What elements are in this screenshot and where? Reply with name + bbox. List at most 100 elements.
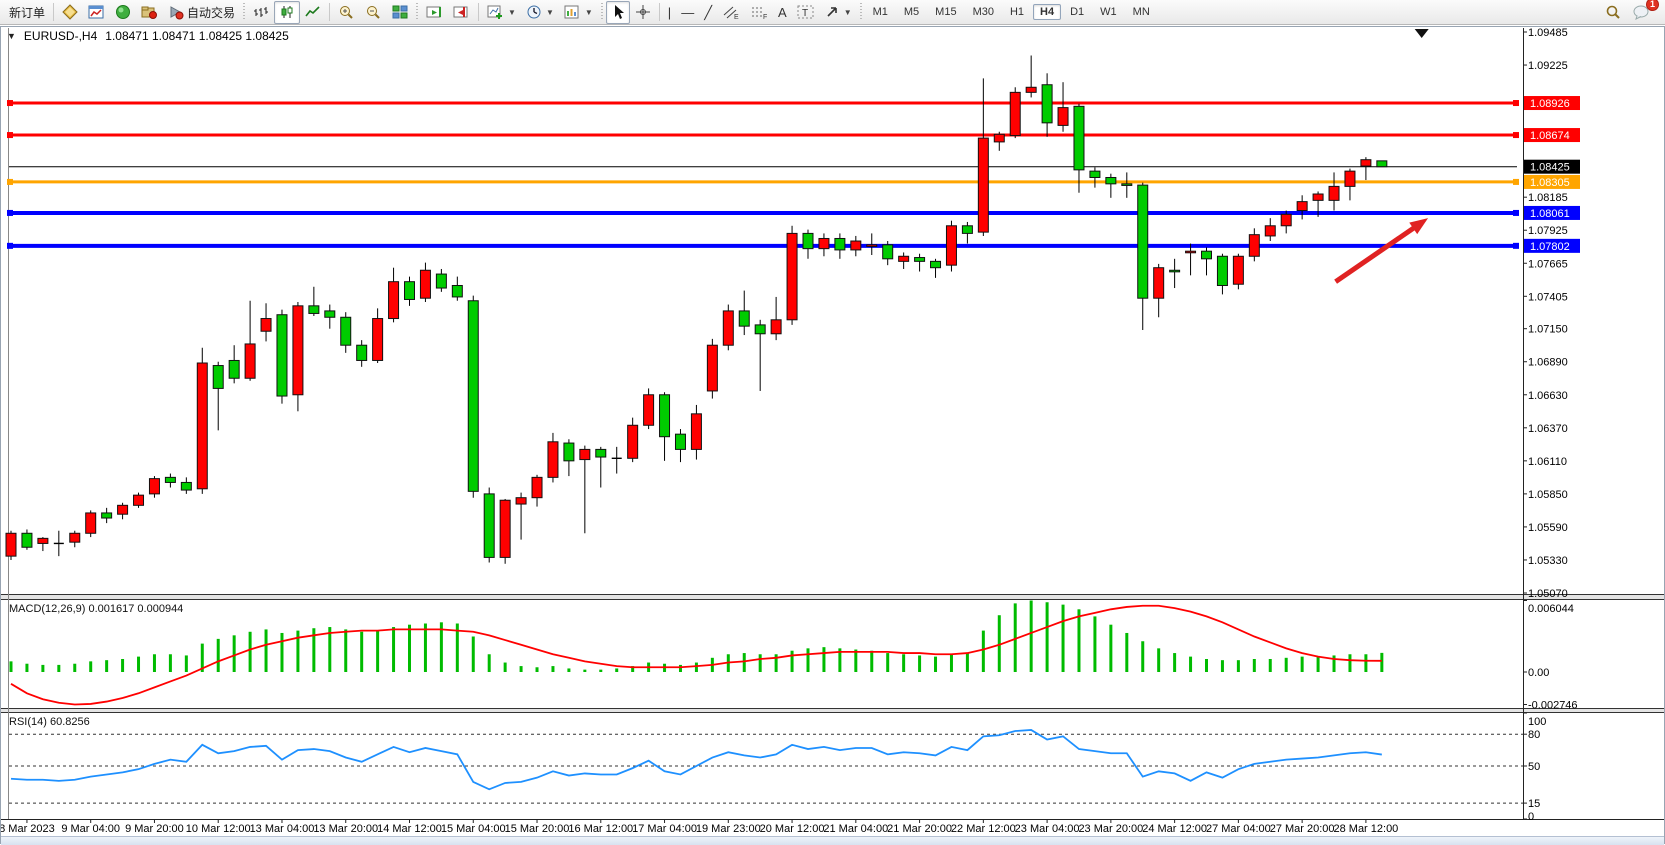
svg-text:1.08926: 1.08926	[1530, 98, 1570, 110]
svg-text:23 Mar 04:00: 23 Mar 04:00	[1015, 823, 1080, 835]
svg-text:1.07925: 1.07925	[1528, 225, 1568, 237]
chart-shift-icon	[453, 4, 470, 20]
toolbar-separator	[478, 3, 479, 21]
timeframe-button-MN[interactable]: MN	[1126, 4, 1157, 20]
svg-text:1.07150: 1.07150	[1528, 324, 1568, 336]
horizontal-level-lines[interactable]: 1.089261.086741.084251.083051.080611.078…	[7, 96, 1580, 253]
cursor-button[interactable]	[606, 1, 630, 24]
candlestick-series	[6, 56, 1387, 564]
auto-scroll-button[interactable]	[421, 1, 448, 24]
gold-diamond-icon	[62, 4, 78, 20]
horizontal-line-icon: —	[681, 6, 694, 19]
arrow-annotation[interactable]	[1336, 218, 1428, 282]
timeframe-button-H1[interactable]: H1	[1003, 4, 1031, 20]
arrows-button[interactable]: ▼	[820, 1, 857, 24]
market-watch-button[interactable]	[110, 1, 136, 24]
metaeditor-button[interactable]	[57, 1, 83, 24]
add-indicator-icon	[487, 4, 504, 20]
auto-trading-label: 自动交易	[187, 4, 235, 21]
macd-name: MACD(12,26,9)	[9, 603, 85, 615]
new-chart-button[interactable]	[83, 1, 110, 24]
toolbar-separator	[659, 3, 660, 21]
arrows-icon	[825, 4, 840, 20]
svg-text:1.06370: 1.06370	[1528, 423, 1568, 435]
auto-trading-button[interactable]: 自动交易	[163, 1, 240, 24]
svg-text:-0.002746: -0.002746	[1528, 699, 1578, 711]
equidistant-channel-button[interactable]: E	[717, 1, 745, 24]
history-center-button[interactable]	[136, 1, 163, 24]
fibonacci-button[interactable]: F	[745, 1, 773, 24]
svg-text:21 Mar 04:00: 21 Mar 04:00	[823, 823, 888, 835]
crosshair-button[interactable]	[630, 1, 656, 24]
zoom-out-button[interactable]	[360, 1, 387, 24]
template-icon	[564, 4, 581, 20]
timeframe-button-W1[interactable]: W1	[1093, 4, 1124, 20]
chart-canvas[interactable]: 1.094851.092251.081851.079251.076651.074…	[1, 27, 1664, 843]
svg-text:24 Mar 12:00: 24 Mar 12:00	[1142, 823, 1207, 835]
rsi-pane: 1008050150	[9, 713, 1546, 823]
search-button[interactable]	[1600, 1, 1627, 24]
svg-text:17 Mar 04:00: 17 Mar 04:00	[632, 823, 697, 835]
periods-button[interactable]: ▼	[521, 1, 559, 24]
chart-shift-marker[interactable]	[1415, 29, 1429, 38]
svg-text:1.09225: 1.09225	[1528, 60, 1568, 72]
trendline-icon: ╱	[704, 6, 712, 19]
timeframe-button-M30[interactable]: M30	[966, 4, 1001, 20]
horizontal-line-button[interactable]: —	[676, 1, 699, 24]
svg-text:28 Mar 12:00: 28 Mar 12:00	[1333, 823, 1398, 835]
zoom-in-button[interactable]	[333, 1, 360, 24]
bar-chart-button[interactable]	[248, 1, 274, 24]
svg-text:F: F	[763, 14, 767, 20]
notifications-button[interactable]: 1	[1627, 1, 1655, 24]
templates-button[interactable]: ▼	[559, 1, 598, 24]
new-order-button[interactable]: 新订单	[4, 1, 50, 24]
svg-text:1.07405: 1.07405	[1528, 291, 1568, 303]
timeframe-button-M5[interactable]: M5	[897, 4, 926, 20]
rsi-label: RSI(14) 60.8256	[9, 716, 90, 728]
chart-ohlc-label: 1.08471 1.08471 1.08425 1.08425	[105, 29, 289, 43]
line-chart-icon	[305, 4, 321, 20]
time-axis[interactable]: 8 Mar 20239 Mar 04:009 Mar 20:0010 Mar 1…	[1, 819, 1398, 835]
candlestick-chart-button[interactable]	[274, 1, 300, 24]
notification-badge: 1	[1646, 0, 1659, 11]
line-chart-button[interactable]	[300, 1, 326, 24]
svg-text:1.08425: 1.08425	[1530, 162, 1570, 174]
channel-icon: E	[722, 4, 740, 20]
rsi-name: RSI(14)	[9, 716, 47, 728]
toolbar-separator	[329, 3, 330, 21]
one-click-dropdown-icon[interactable]: ▼	[7, 31, 16, 41]
svg-text:0: 0	[1528, 811, 1534, 823]
svg-text:14 Mar 12:00: 14 Mar 12:00	[377, 823, 442, 835]
macd-label: MACD(12,26,9) 0.001617 0.000944	[9, 603, 183, 615]
tile-windows-button[interactable]	[387, 1, 413, 24]
crosshair-icon	[635, 4, 651, 20]
cursor-arrow-icon	[611, 4, 625, 20]
svg-text:0.006044: 0.006044	[1528, 603, 1574, 615]
svg-text:13 Mar 20:00: 13 Mar 20:00	[313, 823, 378, 835]
text-icon: A	[778, 6, 787, 19]
chart-shift-button[interactable]	[448, 1, 475, 24]
svg-text:1.06630: 1.06630	[1528, 390, 1568, 402]
timeframe-button-M15[interactable]: M15	[928, 4, 963, 20]
trendline-button[interactable]: ╱	[699, 1, 717, 24]
svg-text:E: E	[734, 14, 739, 20]
tile-windows-icon	[392, 4, 408, 20]
svg-text:80: 80	[1528, 729, 1540, 741]
price-axis[interactable]: 1.094851.092251.081851.079251.076651.074…	[1523, 27, 1568, 600]
auto-scroll-icon	[426, 4, 443, 20]
text-button[interactable]: A	[773, 1, 792, 24]
svg-text:8 Mar 2023: 8 Mar 2023	[1, 823, 55, 835]
text-label-button[interactable]: T	[792, 1, 820, 24]
zoom-out-icon	[365, 4, 382, 20]
vertical-line-button[interactable]: |	[663, 1, 676, 24]
timeframe-button-D1[interactable]: D1	[1063, 4, 1091, 20]
svg-text:1.05330: 1.05330	[1528, 555, 1568, 567]
svg-text:1.09485: 1.09485	[1528, 27, 1568, 39]
svg-text:15: 15	[1528, 798, 1540, 810]
indicators-button[interactable]: ▼	[482, 1, 521, 24]
auto-trading-icon	[168, 4, 184, 20]
timeframe-button-H4[interactable]: H4	[1033, 4, 1061, 20]
timeframe-button-M1[interactable]: M1	[866, 4, 895, 20]
chart-title-overlay: ▼ EURUSD-,H4 1.08471 1.08471 1.08425 1.0…	[7, 29, 289, 43]
dropdown-caret-icon: ▼	[844, 8, 852, 17]
